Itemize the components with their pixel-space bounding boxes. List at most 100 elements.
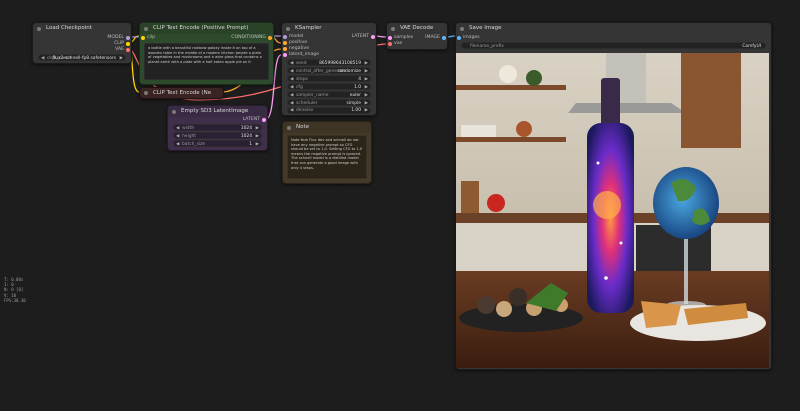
output-conditioning[interactable]: CONDITIONING xyxy=(231,35,273,41)
clip-text-encode-positive-node[interactable]: CLIP Text Encode (Positive Prompt) clip … xyxy=(139,22,274,85)
upper-shelf xyxy=(456,85,566,90)
left-arrow-icon[interactable]: ◀ xyxy=(290,84,293,91)
denoise-widget[interactable]: ◀ denoise 1.00 ▶ xyxy=(287,107,371,114)
batch-size-widget[interactable]: ◀ batch_size 1 ▶ xyxy=(173,140,262,147)
save-image-node[interactable]: Save Image images filename_prefix ComfyU… xyxy=(455,22,772,370)
left-arrow-icon[interactable]: ◀ xyxy=(290,76,293,83)
socket-icon[interactable] xyxy=(388,36,392,40)
socket-icon[interactable] xyxy=(126,48,130,52)
output-label: IMAGE xyxy=(425,35,440,40)
node-title: CLIP Text Encode (Positive Prompt) xyxy=(153,25,249,31)
output-image-preview[interactable] xyxy=(456,53,769,368)
left-arrow-icon[interactable]: ◀ xyxy=(290,60,293,67)
empty-latent-image-node[interactable]: Empty SD3 LatentImage LATENT ◀ width 102… xyxy=(167,105,268,151)
socket-icon[interactable] xyxy=(283,41,287,45)
socket-icon[interactable] xyxy=(141,36,145,40)
right-arrow-icon[interactable]: ▶ xyxy=(120,55,123,62)
input-images[interactable]: images xyxy=(456,35,480,41)
socket-icon[interactable] xyxy=(457,36,461,40)
right-arrow-icon[interactable]: ▶ xyxy=(365,84,368,91)
widget-label: scheduler xyxy=(296,101,318,106)
clip-text-encode-negative-node[interactable]: CLIP Text Encode (Ne xyxy=(139,87,224,99)
collapse-dot-icon[interactable] xyxy=(37,26,41,31)
output-image[interactable]: IMAGE xyxy=(425,35,447,41)
height-widget[interactable]: ◀ height 1024 ▶ xyxy=(173,132,262,139)
right-arrow-icon[interactable]: ▶ xyxy=(365,76,368,83)
scheduler-widget[interactable]: ◀ scheduler simple ▶ xyxy=(287,99,371,106)
socket-icon[interactable] xyxy=(283,47,287,51)
node-title: VAE Decode xyxy=(400,25,434,31)
prompt-textarea[interactable]: a bottle with a beautiful rainbow galaxy… xyxy=(144,43,269,80)
collapse-dot-icon[interactable] xyxy=(172,109,176,114)
widget-value: randomize xyxy=(337,69,361,74)
input-clip[interactable]: clip xyxy=(140,35,155,41)
widget-value: 865998643108519 xyxy=(319,61,361,66)
output-latent[interactable]: LATENT xyxy=(352,34,376,40)
collapse-dot-icon[interactable] xyxy=(460,26,464,31)
right-arrow-icon[interactable]: ▶ xyxy=(365,68,368,75)
input-label: positive xyxy=(289,40,308,45)
left-arrow-icon[interactable]: ◀ xyxy=(176,133,179,140)
collapse-dot-icon[interactable] xyxy=(287,125,291,130)
width-widget[interactable]: ◀ width 1024 ▶ xyxy=(173,124,262,131)
ckpt-name-combo[interactable]: ◀ ckpt_name flux1-schnell-fp8.safetensor… xyxy=(38,54,126,61)
right-arrow-icon[interactable]: ▶ xyxy=(365,92,368,99)
control-after-generate-widget[interactable]: ◀ control_after_generate randomize ▶ xyxy=(287,67,371,74)
widget-value: 1024 xyxy=(240,126,252,131)
vae-decode-node[interactable]: VAE Decode samples vae IMAGE xyxy=(386,22,448,50)
stat-line: N: 0 [0] xyxy=(4,287,24,293)
socket-icon[interactable] xyxy=(283,53,287,57)
ksampler-node[interactable]: KSampler model positive negative latent_… xyxy=(281,22,377,116)
left-arrow-icon[interactable]: ◀ xyxy=(290,68,293,75)
right-arrow-icon[interactable]: ▶ xyxy=(256,125,259,132)
right-arrow-icon[interactable]: ▶ xyxy=(256,141,259,148)
note-node[interactable]: Note Note that Flux dev and schnell do n… xyxy=(282,121,372,184)
socket-icon[interactable] xyxy=(442,36,446,40)
widget-label: sampler_name xyxy=(296,93,329,98)
output-label: CONDITIONING xyxy=(231,35,266,40)
socket-icon[interactable] xyxy=(126,42,130,46)
input-label: negative xyxy=(289,46,310,51)
left-arrow-icon[interactable]: ◀ xyxy=(290,108,293,115)
filename-prefix-widget[interactable]: filename_prefix ComfyUI xyxy=(461,42,766,49)
socket-icon[interactable] xyxy=(283,35,287,39)
collapse-dot-icon[interactable] xyxy=(144,91,148,95)
collapse-dot-icon[interactable] xyxy=(391,26,395,31)
right-arrow-icon[interactable]: ▶ xyxy=(365,60,368,67)
seed-widget[interactable]: ◀ seed 865998643108519 ▶ xyxy=(287,59,371,66)
node-title: Load Checkpoint xyxy=(46,25,92,31)
left-arrow-icon[interactable]: ◀ xyxy=(176,141,179,148)
widget-value: 1.0 xyxy=(354,85,361,90)
right-arrow-icon[interactable]: ▶ xyxy=(365,108,368,115)
right-arrow-icon[interactable]: ▶ xyxy=(365,100,368,107)
left-arrow-icon[interactable]: ◀ xyxy=(41,55,44,62)
socket-icon[interactable] xyxy=(388,42,392,46)
input-vae[interactable]: vae xyxy=(387,41,402,47)
output-latent[interactable]: LATENT xyxy=(243,117,267,123)
glass-stem xyxy=(684,239,688,304)
collapse-dot-icon[interactable] xyxy=(286,26,290,31)
output-label: LATENT xyxy=(242,117,260,122)
note-textarea[interactable]: Note that Flux dev and schnell do not ha… xyxy=(287,135,367,179)
galaxy-core xyxy=(593,191,621,219)
socket-icon[interactable] xyxy=(262,118,266,122)
load-checkpoint-node[interactable]: Load Checkpoint MODEL CLIP VAE ◀ ckpt_na… xyxy=(32,22,132,64)
left-arrow-icon[interactable]: ◀ xyxy=(290,92,293,99)
input-label: samples xyxy=(394,35,414,40)
steps-widget[interactable]: ◀ steps 4 ▶ xyxy=(287,75,371,82)
collapse-dot-icon[interactable] xyxy=(144,26,148,31)
right-arrow-icon[interactable]: ▶ xyxy=(256,133,259,140)
socket-icon[interactable] xyxy=(371,35,375,39)
output-vae[interactable]: VAE xyxy=(115,47,131,53)
widget-value: 1024 xyxy=(240,134,252,139)
sampler-name-widget[interactable]: ◀ sampler_name euler ▶ xyxy=(287,91,371,98)
left-arrow-icon[interactable]: ◀ xyxy=(176,125,179,132)
socket-icon[interactable] xyxy=(268,36,272,40)
left-arrow-icon[interactable]: ◀ xyxy=(290,100,293,107)
socket-icon[interactable] xyxy=(126,36,130,40)
widget-value: ComfyUI xyxy=(742,44,761,49)
node-title: Empty SD3 LatentImage xyxy=(181,108,249,114)
cfg-widget[interactable]: ◀ cfg 1.0 ▶ xyxy=(287,83,371,90)
render-stats: T: 0.00s I: 0 N: 0 [0] V: 10 FPS:30.30 xyxy=(4,277,26,303)
input-latent-image[interactable]: latent_image xyxy=(282,52,319,58)
